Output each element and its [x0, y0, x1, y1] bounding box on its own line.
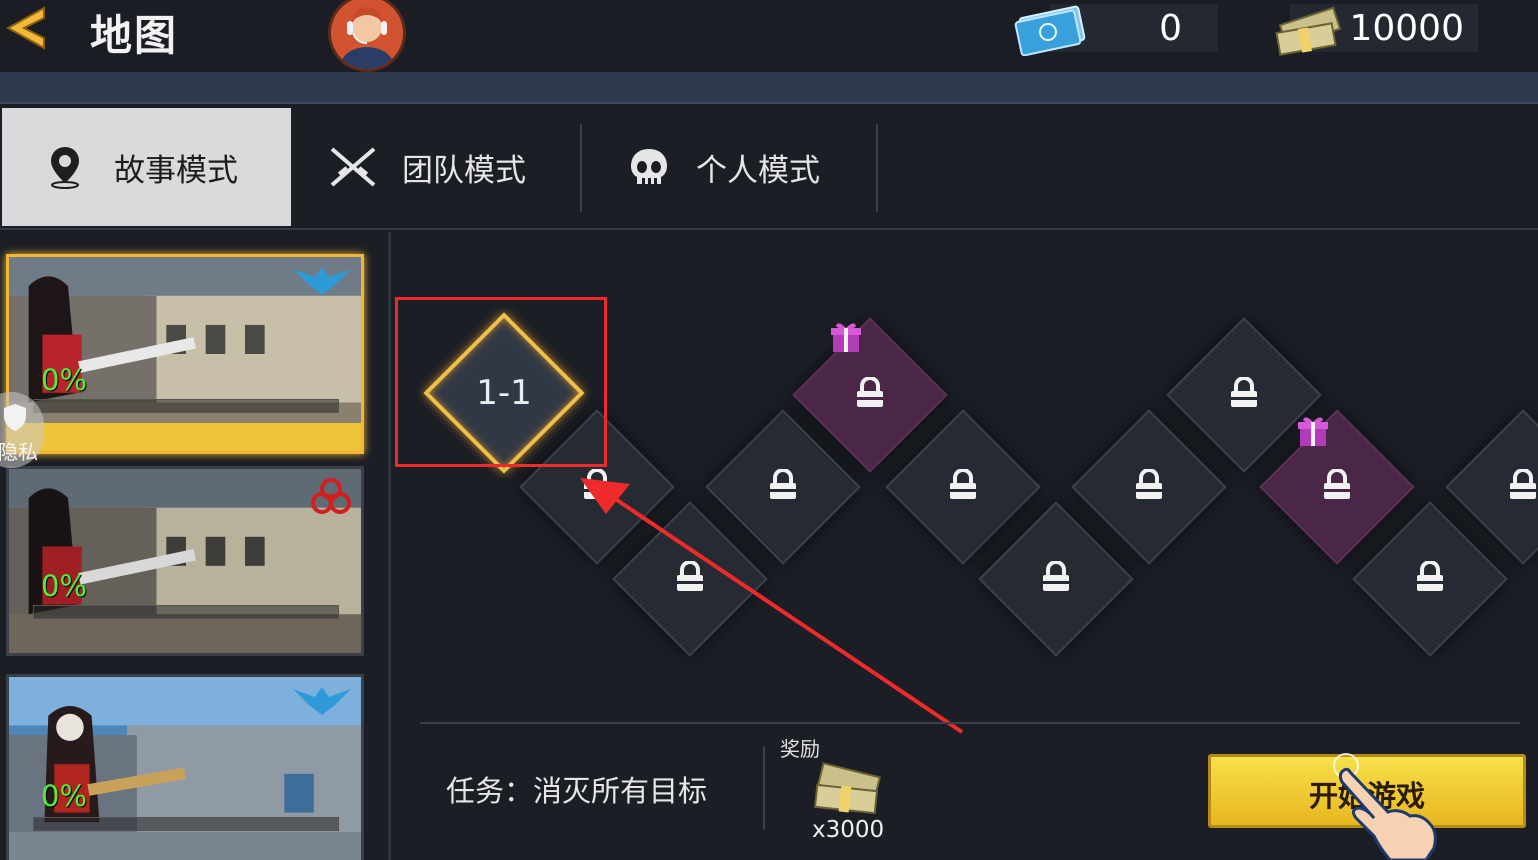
- map-progress-bar: [33, 399, 339, 413]
- biohazard-icon: [311, 478, 351, 514]
- level-map: 1-1: [392, 232, 1538, 722]
- tab-label: 故事模式: [114, 152, 238, 189]
- tab-label: 个人模式: [696, 152, 820, 189]
- lock-icon: [1417, 560, 1443, 591]
- panel-divider: [388, 232, 391, 860]
- privacy-label: 隐私: [0, 440, 38, 464]
- lock-icon: [1136, 468, 1162, 499]
- gift-icon: [831, 323, 861, 352]
- tab-divider: [580, 124, 582, 212]
- lock-icon: [770, 468, 796, 499]
- tabs-underline: [0, 228, 1538, 230]
- map-list: 0% 0% 0%: [0, 232, 388, 860]
- top-bar: 地图 0 10000: [0, 0, 1538, 72]
- lock-icon: [857, 376, 883, 407]
- start-button-label: 开始游戏: [1309, 779, 1426, 813]
- tab-team-mode[interactable]: 团队模式: [300, 108, 580, 226]
- cash-stack-icon: [813, 762, 882, 815]
- operator-avatar-icon: [331, 0, 403, 69]
- map-progress-percent: 0%: [41, 779, 88, 813]
- eagle-icon: [293, 687, 351, 715]
- cash-counter: 10000: [1275, 4, 1478, 56]
- lock-icon: [677, 560, 703, 591]
- tab-divider: [876, 124, 878, 212]
- start-game-button[interactable]: 开始游戏: [1208, 754, 1526, 828]
- lock-icon: [1324, 468, 1350, 499]
- map-progress-bar: [33, 605, 339, 619]
- gift-icon: [1298, 417, 1328, 446]
- skull-icon: [631, 149, 667, 184]
- map-card[interactable]: 0%: [6, 674, 364, 860]
- eagle-icon: [293, 267, 351, 295]
- lock-icon: [1231, 376, 1257, 407]
- tab-solo-mode[interactable]: 个人模式: [584, 108, 876, 226]
- tab-story-mode[interactable]: 故事模式: [2, 108, 291, 226]
- reward-label: 奖励: [780, 737, 820, 761]
- back-arrow-icon: [5, 6, 45, 50]
- ticket-icon: [1014, 5, 1086, 56]
- bottom-divider: [763, 746, 765, 830]
- map-card[interactable]: 0%: [6, 466, 364, 656]
- shield-icon: [4, 404, 26, 431]
- map-progress-percent: 0%: [41, 363, 88, 397]
- cash-count: 10000: [1349, 8, 1464, 49]
- map-progress-bar: [33, 817, 339, 831]
- lock-icon: [584, 468, 610, 499]
- map-progress-percent: 0%: [41, 569, 88, 603]
- header-stripe: [0, 72, 1538, 104]
- mode-tabs: 故事模式 团队模式 个人模式: [0, 108, 1538, 226]
- mission-text: 任务：消灭所有目标: [446, 774, 708, 808]
- reward-quantity: x3000: [812, 817, 885, 843]
- back-button[interactable]: [0, 2, 52, 54]
- lock-icon: [950, 468, 976, 499]
- level-label: 1-1: [476, 373, 532, 413]
- lock-icon: [1510, 468, 1536, 499]
- selected-indicator: [9, 423, 361, 451]
- crossed-rifles-icon: [330, 147, 376, 187]
- lock-icon: [1043, 560, 1069, 591]
- tab-label: 团队模式: [402, 152, 526, 189]
- map-card[interactable]: 0%: [6, 254, 364, 454]
- cash-stack-icon: [1275, 6, 1342, 56]
- page-title: 地图: [90, 11, 179, 60]
- map-pin-icon: [51, 147, 79, 189]
- ticket-count: 0: [1159, 8, 1182, 49]
- avatar[interactable]: [328, 0, 406, 72]
- ticket-counter: 0: [1014, 4, 1218, 56]
- bottom-divider-line: [420, 722, 1520, 724]
